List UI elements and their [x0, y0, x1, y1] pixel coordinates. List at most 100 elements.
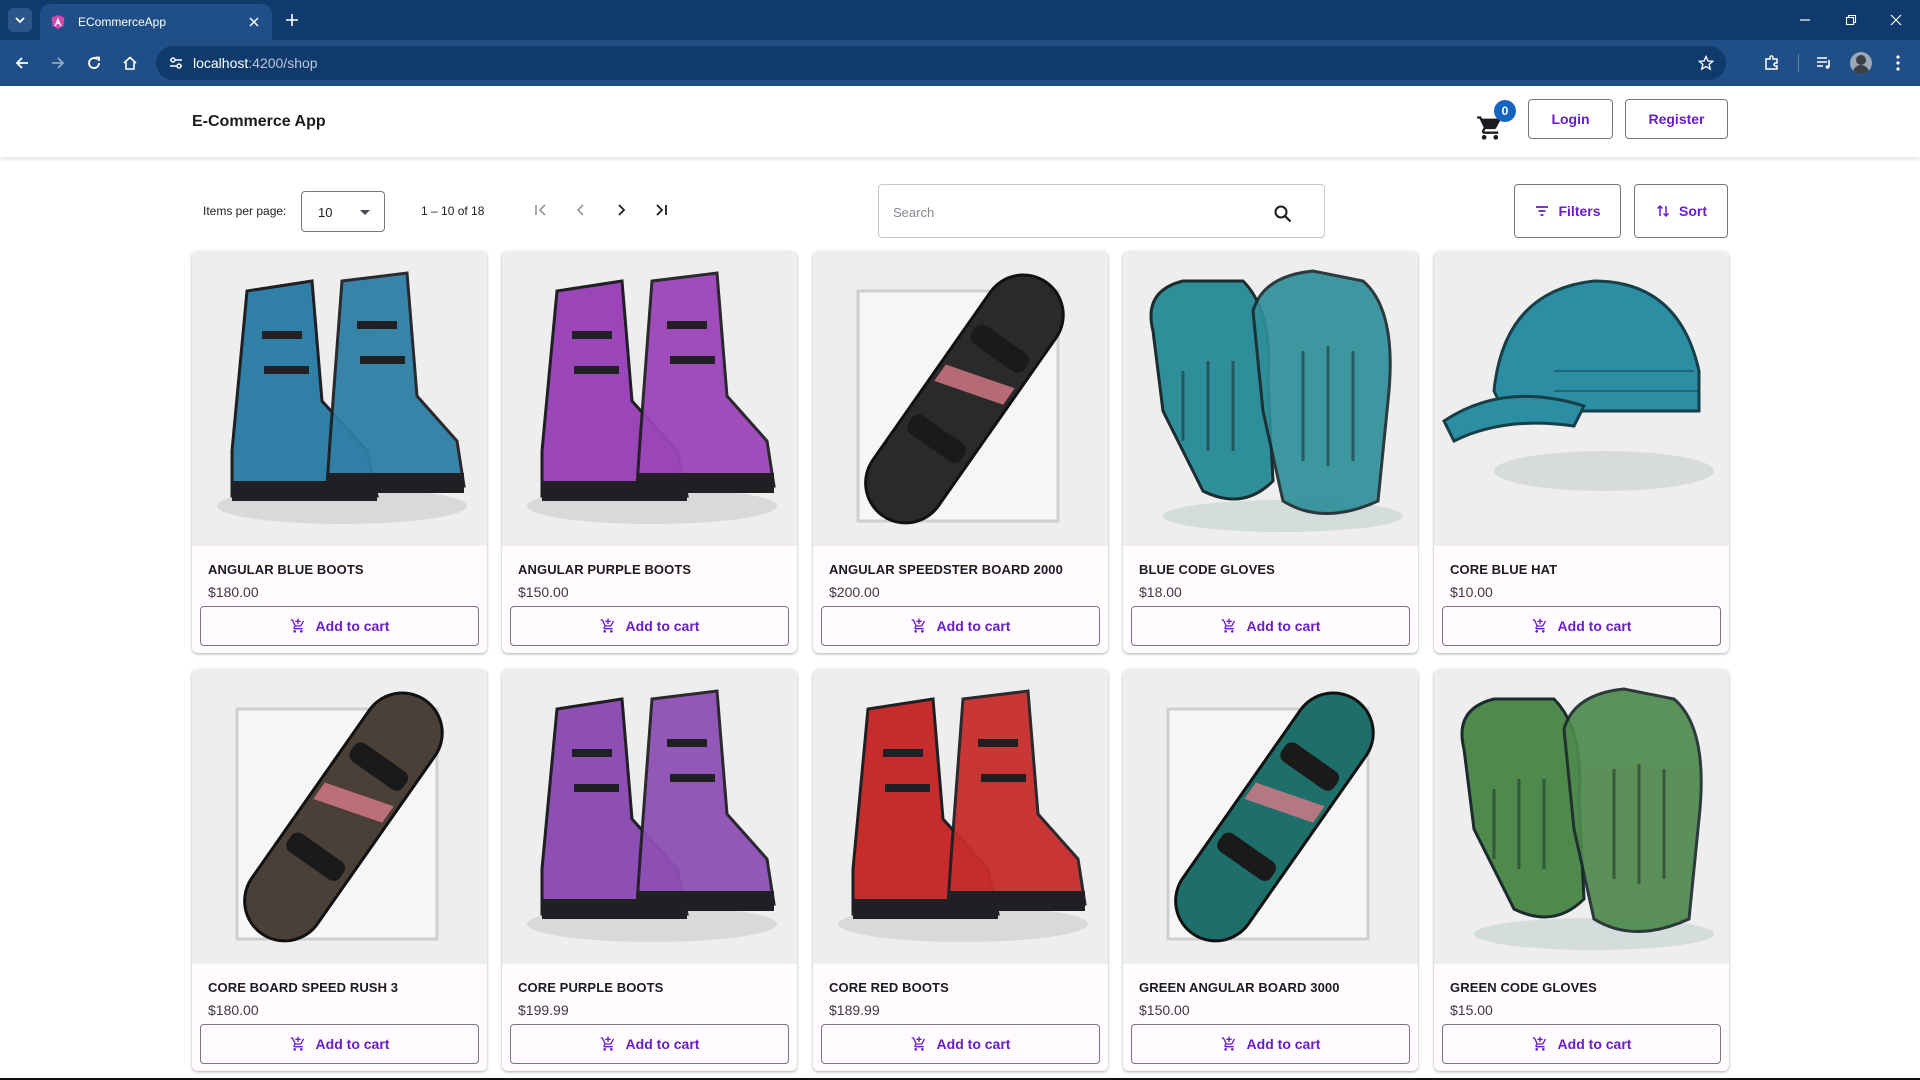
hat-product-illustration — [1434, 251, 1729, 546]
add-shopping-cart-icon — [600, 618, 614, 633]
add-shopping-cart-icon — [290, 1036, 304, 1051]
media-controls-button[interactable] — [1812, 51, 1836, 75]
register-button[interactable]: Register — [1625, 99, 1728, 139]
previous-page-button[interactable] — [569, 198, 593, 222]
gloves-product-illustration — [1434, 669, 1729, 964]
add-to-cart-button[interactable]: Add to cart — [1131, 606, 1410, 646]
add-shopping-cart-icon — [1221, 1036, 1235, 1051]
product-card[interactable]: GREEN CODE GLOVES $15.00 Add to cart — [1434, 669, 1729, 1071]
address-bar[interactable]: localhost:4200/shop — [156, 46, 1726, 80]
filters-label: Filters — [1558, 203, 1601, 219]
add-to-cart-label: Add to cart — [1246, 618, 1321, 634]
arrow-left-icon — [15, 57, 28, 69]
browser-menu-button[interactable] — [1886, 51, 1910, 75]
sort-button[interactable]: Sort — [1634, 184, 1728, 238]
site-info-button[interactable] — [166, 53, 186, 73]
add-to-cart-button[interactable]: Add to cart — [510, 1024, 789, 1064]
add-to-cart-button[interactable]: Add to cart — [200, 1024, 479, 1064]
product-price: $18.00 — [1139, 584, 1182, 600]
bookmark-button[interactable] — [1696, 53, 1716, 73]
login-button[interactable]: Login — [1528, 99, 1613, 139]
tab-title: ECommerceApp — [78, 15, 167, 29]
product-name: CORE RED BOOTS — [829, 980, 949, 995]
add-to-cart-button[interactable]: Add to cart — [821, 1024, 1100, 1064]
chevron-left-icon — [576, 204, 584, 216]
product-image[interactable] — [813, 669, 1108, 964]
extensions-button[interactable] — [1760, 51, 1784, 75]
back-button[interactable] — [10, 51, 34, 75]
product-image[interactable] — [1123, 669, 1418, 964]
product-image[interactable] — [1123, 251, 1418, 546]
avatar-head-shape — [1856, 55, 1866, 65]
reload-button[interactable] — [82, 51, 106, 75]
add-to-cart-label: Add to cart — [1557, 618, 1632, 634]
add-to-cart-label: Add to cart — [625, 1036, 700, 1052]
product-card[interactable]: GREEN ANGULAR BOARD 3000 $150.00 Add to ca… — [1123, 669, 1418, 1071]
product-card[interactable]: ANGULAR SPEEDSTER BOARD 2000 $200.00 Add t… — [813, 251, 1108, 653]
product-card[interactable]: CORE BOARD SPEED RUSH 3 $180.00 Add to car… — [192, 669, 487, 1071]
add-to-cart-button[interactable]: Add to cart — [510, 606, 789, 646]
add-to-cart-button[interactable]: Add to cart — [1131, 1024, 1410, 1064]
product-card[interactable]: CORE PURPLE BOOTS $199.99 Add to cart — [502, 669, 797, 1071]
add-to-cart-label: Add to cart — [1246, 1036, 1321, 1052]
avatar-body-shape — [1853, 65, 1869, 74]
search-field[interactable] — [878, 184, 1325, 238]
items-per-page-label: Items per page: — [203, 204, 287, 218]
board-product-illustration — [1123, 669, 1418, 964]
product-image[interactable] — [502, 251, 797, 546]
url-text: localhost:4200/shop — [193, 55, 318, 71]
add-to-cart-button[interactable]: Add to cart — [200, 606, 479, 646]
product-image[interactable] — [192, 669, 487, 964]
product-image[interactable] — [1434, 669, 1729, 964]
next-page-button[interactable] — [609, 198, 633, 222]
product-card[interactable]: CORE RED BOOTS $189.99 Add to cart — [813, 669, 1108, 1071]
close-window-button[interactable] — [1884, 8, 1908, 32]
product-image[interactable] — [1434, 251, 1729, 546]
swap-vert-icon — [1656, 204, 1670, 218]
add-to-cart-button[interactable]: Add to cart — [821, 606, 1100, 646]
search-button[interactable] — [1272, 203, 1294, 225]
product-card[interactable]: BLUE CODE GLOVES $18.00 Add to cart — [1123, 251, 1418, 653]
last-page-button[interactable] — [649, 198, 673, 222]
restore-button[interactable] — [1839, 8, 1863, 32]
restore-icon — [1845, 14, 1857, 26]
search-input[interactable] — [893, 202, 1253, 222]
toolbar-divider — [1798, 54, 1799, 72]
chevron-down-icon — [15, 17, 25, 24]
minimize-button[interactable] — [1793, 8, 1817, 32]
add-shopping-cart-icon — [1532, 1036, 1546, 1051]
product-name: GREEN CODE GLOVES — [1450, 980, 1597, 995]
tune-icon — [170, 57, 182, 69]
home-button[interactable] — [118, 51, 142, 75]
tab-close-button[interactable] — [246, 14, 262, 30]
profile-avatar[interactable] — [1850, 52, 1872, 74]
browser-tab-active[interactable]: ECommerceApp — [40, 4, 272, 40]
close-icon — [249, 17, 259, 27]
product-price: $180.00 — [208, 584, 259, 600]
add-to-cart-button[interactable]: Add to cart — [1442, 1024, 1721, 1064]
cart-button[interactable]: 0 — [1476, 100, 1516, 140]
product-name: CORE BOARD SPEED RUSH 3 — [208, 980, 399, 995]
tab-search-button[interactable] — [8, 8, 32, 32]
product-name: BLUE CODE GLOVES — [1139, 562, 1275, 577]
product-card[interactable]: ANGULAR PURPLE BOOTS $150.00 Add to cart — [502, 251, 797, 653]
add-shopping-cart-icon — [911, 1036, 925, 1051]
close-icon — [1890, 14, 1902, 26]
new-tab-button[interactable] — [282, 10, 302, 30]
product-card[interactable]: CORE BLUE HAT $10.00 Add to cart — [1434, 251, 1729, 653]
filters-button[interactable]: Filters — [1514, 184, 1621, 238]
product-image[interactable] — [813, 251, 1108, 546]
product-price: $150.00 — [1139, 1002, 1190, 1018]
product-image[interactable] — [192, 251, 487, 546]
items-per-page-select[interactable]: 10 — [301, 191, 385, 232]
add-to-cart-button[interactable]: Add to cart — [1442, 606, 1721, 646]
plus-icon — [286, 14, 298, 26]
first-page-button[interactable] — [529, 198, 553, 222]
app-brand-title[interactable]: E-Commerce App — [192, 113, 326, 131]
product-image[interactable] — [502, 669, 797, 964]
forward-button[interactable] — [46, 51, 70, 75]
board-product-illustration — [813, 251, 1108, 546]
product-price: $180.00 — [208, 1002, 259, 1018]
product-card[interactable]: ANGULAR BLUE BOOTS $180.00 Add to cart — [192, 251, 487, 653]
product-name: ANGULAR SPEEDSTER BOARD 2000 — [829, 562, 1063, 577]
